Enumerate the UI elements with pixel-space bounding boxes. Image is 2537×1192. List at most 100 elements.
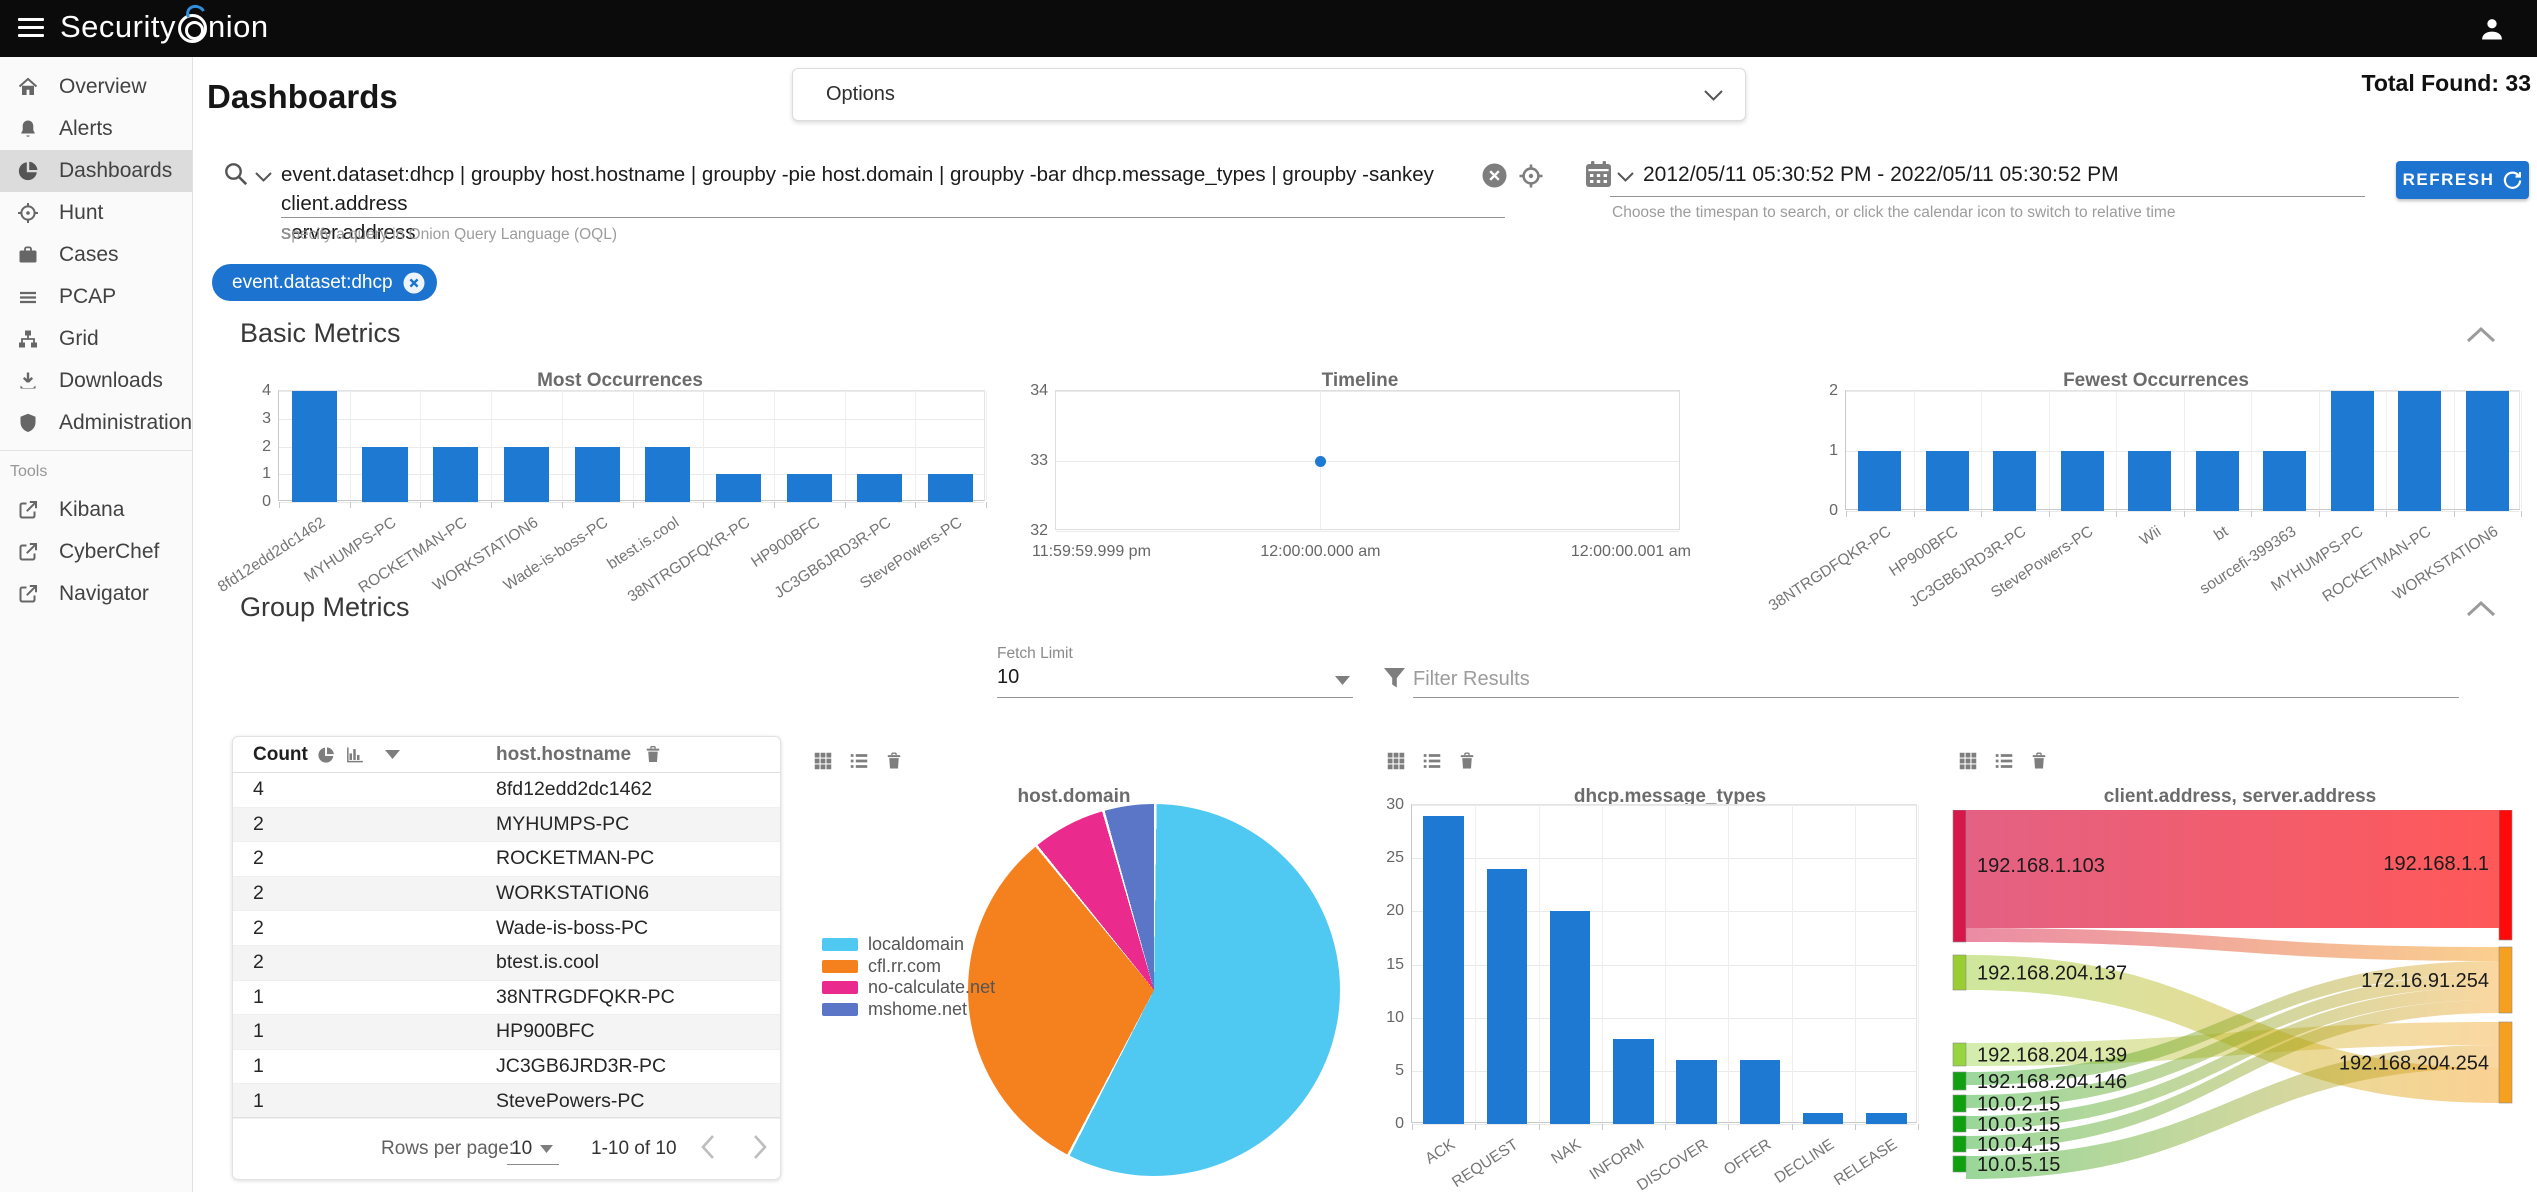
bar[interactable]: [1676, 1060, 1717, 1124]
calendar-icon[interactable]: [1585, 160, 1612, 188]
prev-page-icon[interactable]: [701, 1134, 715, 1160]
sankey-node[interactable]: [1952, 1094, 1967, 1113]
sidebar-item-pcap[interactable]: PCAP: [0, 276, 192, 318]
bar[interactable]: [1993, 451, 2037, 511]
bar[interactable]: [786, 474, 832, 503]
table-row[interactable]: 4 8fd12edd2dc1462: [233, 773, 780, 808]
bar-chart-toggle-icon[interactable]: [344, 745, 365, 765]
bar[interactable]: [2060, 451, 2104, 511]
legend-item[interactable]: mshome.net: [822, 999, 995, 1021]
fetch-limit-select[interactable]: 10: [997, 666, 1019, 689]
table-row[interactable]: 2 ROCKETMAN-PC: [233, 842, 780, 877]
sidebar-item-hunt[interactable]: Hunt: [0, 192, 192, 234]
chart-host-domain-pie: host.domain localdomain cfl.rr.com no-calc…: [810, 746, 1370, 1192]
bar[interactable]: [715, 474, 762, 503]
bar[interactable]: [2465, 391, 2509, 511]
collapse-basic-metrics-icon[interactable]: [2466, 326, 2496, 344]
bar[interactable]: [2398, 391, 2442, 511]
filter-chip[interactable]: event.dataset:dhcp: [212, 264, 437, 301]
table-row[interactable]: 2 WORKSTATION6: [233, 876, 780, 912]
sidebar-item-grid[interactable]: Grid: [0, 318, 192, 360]
bar[interactable]: [433, 446, 479, 502]
filter-results-input[interactable]: Filter Results: [1413, 668, 1530, 691]
bar[interactable]: [2263, 451, 2307, 511]
bar[interactable]: [1613, 1038, 1654, 1124]
sidebar-item-alerts[interactable]: Alerts: [0, 108, 192, 150]
bar[interactable]: [1866, 1113, 1907, 1124]
sankey-node[interactable]: [1952, 1115, 1967, 1133]
sankey-node[interactable]: [1952, 1042, 1967, 1067]
sankey-node[interactable]: [2498, 1021, 2513, 1104]
sidebar-item-overview[interactable]: Overview: [0, 66, 192, 108]
trash-icon[interactable]: [643, 744, 663, 765]
fetch-limit-caret-icon[interactable]: [1335, 676, 1350, 685]
axis-tick: [2048, 511, 2050, 517]
column-header-hostname[interactable]: host.hostname: [496, 744, 631, 766]
sankey-node[interactable]: [1952, 1071, 1967, 1091]
bar[interactable]: [857, 474, 903, 503]
sidebar-item-dashboards[interactable]: Dashboards: [0, 150, 192, 192]
sankey-node[interactable]: [1952, 1135, 1967, 1153]
bar[interactable]: [1802, 1113, 1844, 1124]
table-row[interactable]: 2 Wade-is-boss-PC: [233, 911, 780, 946]
bar[interactable]: [1925, 451, 1969, 511]
crosshair-filter-icon[interactable]: [1518, 163, 1544, 189]
sidebar-item-kibana[interactable]: Kibana: [0, 489, 192, 531]
bar[interactable]: [1486, 868, 1528, 1124]
legend-item[interactable]: localdomain: [822, 934, 995, 956]
gridline: [2116, 391, 2117, 509]
rows-per-page-select[interactable]: 10: [511, 1138, 532, 1160]
cell-hostname: HP900BFC: [496, 1020, 595, 1043]
column-header-count[interactable]: Count: [253, 744, 308, 766]
table-row[interactable]: 1 HP900BFC: [233, 1015, 780, 1050]
sankey-node[interactable]: [1952, 1155, 1967, 1173]
legend-item[interactable]: cfl.rr.com: [822, 956, 995, 978]
pie-graphic[interactable]: [968, 804, 1340, 1176]
bar[interactable]: [1739, 1060, 1781, 1124]
sort-caret-icon[interactable]: [384, 750, 400, 759]
sankey-link[interactable]: [1966, 928, 2499, 961]
next-page-icon[interactable]: [753, 1134, 767, 1160]
table-row[interactable]: 1 StevePowers-PC: [233, 1084, 780, 1119]
bar[interactable]: [291, 391, 337, 502]
remove-filter-icon[interactable]: [403, 272, 425, 294]
rows-per-page-caret-icon[interactable]: [540, 1145, 553, 1153]
bar[interactable]: [928, 474, 974, 503]
collapse-group-metrics-icon[interactable]: [2466, 600, 2496, 618]
sidebar-item-cyberchef[interactable]: CyberChef: [0, 531, 192, 573]
timespan-input[interactable]: 2012/05/11 05:30:52 PM - 2022/05/11 05:3…: [1643, 163, 2119, 187]
bar[interactable]: [362, 446, 408, 502]
timespan-chevron-icon[interactable]: [1617, 172, 1634, 182]
sankey-node[interactable]: [1952, 809, 1967, 943]
clear-query-icon[interactable]: [1482, 163, 1507, 188]
table-row[interactable]: 2 MYHUMPS-PC: [233, 807, 780, 843]
menu-hamburger-icon[interactable]: [18, 17, 44, 39]
bar[interactable]: [1549, 911, 1591, 1124]
sankey-node[interactable]: [2498, 809, 2513, 941]
options-dropdown[interactable]: Options: [792, 68, 1746, 121]
sankey-node[interactable]: [1952, 954, 1967, 991]
timespan-hint: Choose the timespan to search, or click …: [1612, 204, 2176, 221]
bar[interactable]: [574, 446, 620, 502]
bar[interactable]: [2128, 451, 2172, 511]
bar[interactable]: [645, 446, 691, 502]
bar[interactable]: [503, 446, 549, 502]
refresh-button[interactable]: REFRESH: [2396, 161, 2529, 199]
table-row[interactable]: 1 JC3GB6JRD3R-PC: [233, 1050, 780, 1085]
sidebar-item-navigator[interactable]: Navigator: [0, 573, 192, 615]
sidebar-item-cases[interactable]: Cases: [0, 234, 192, 276]
sankey-node[interactable]: [2498, 946, 2513, 1014]
table-row[interactable]: 2 btest.is.cool: [233, 945, 780, 981]
bar[interactable]: [1423, 815, 1464, 1124]
bar[interactable]: [1858, 451, 1902, 511]
sidebar-item-downloads[interactable]: Downloads: [0, 360, 192, 402]
pie-chart-toggle-icon[interactable]: [316, 745, 336, 765]
user-account-icon[interactable]: [2478, 15, 2506, 43]
bar[interactable]: [2195, 451, 2239, 511]
query-expand-chevron-icon[interactable]: [255, 172, 272, 182]
legend-item[interactable]: no-calculate.net: [822, 977, 995, 999]
data-point[interactable]: [1314, 455, 1326, 467]
sidebar-item-administration[interactable]: Administration: [0, 402, 192, 444]
table-row[interactable]: 1 38NTRGDFQKR-PC: [233, 981, 780, 1016]
bar[interactable]: [2330, 391, 2374, 511]
